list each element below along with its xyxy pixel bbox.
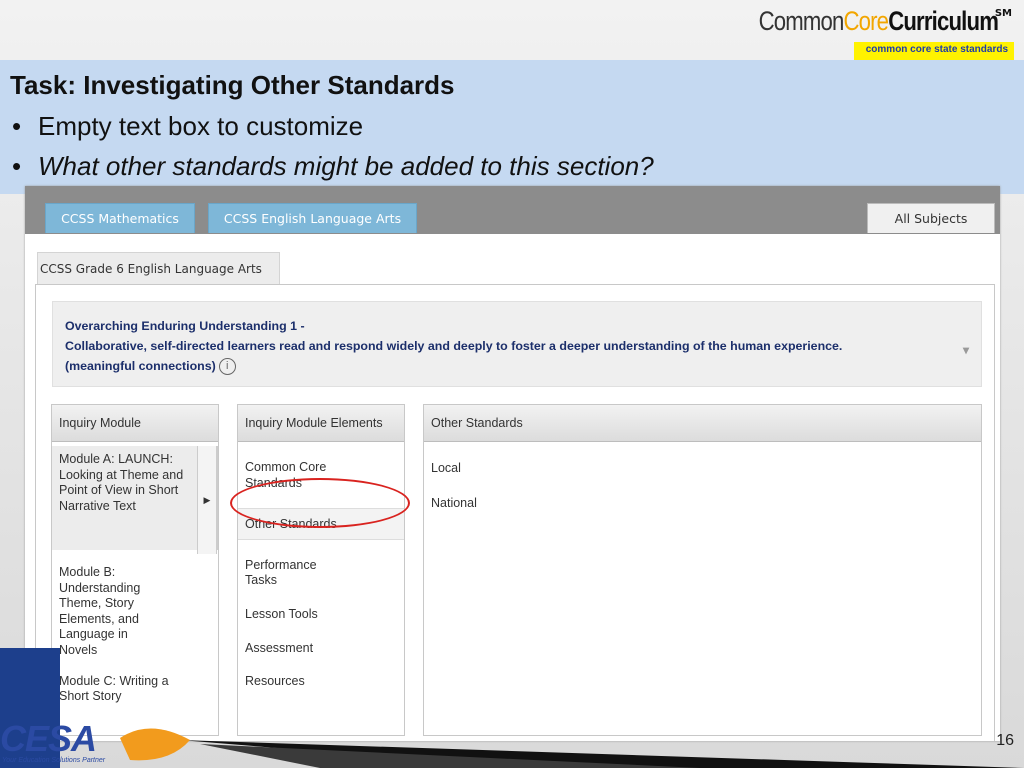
tab-all-subjects[interactable]: All Subjects	[867, 203, 995, 233]
logo-service-mark: SM	[994, 8, 1012, 19]
tab-ccss-mathematics[interactable]: CCSS Mathematics	[45, 203, 195, 233]
enduring-understanding-box: Overarching Enduring Understanding 1 - C…	[52, 301, 982, 387]
bullet-text: Empty text box to customize	[38, 111, 364, 141]
inquiry-module-column: Inquiry Module Module A: LAUNCH: Looking…	[51, 404, 219, 736]
bullet-dot: •	[12, 151, 22, 181]
list-item-lesson-tools[interactable]: Lesson Tools	[238, 607, 404, 623]
column-header: Inquiry Module	[52, 405, 218, 442]
logo-part-common: Common	[758, 6, 844, 36]
logo-part-core: Core	[843, 6, 889, 36]
cesa-logo-tagline: Your Education Solutions Partner	[2, 757, 106, 764]
tab-grade-6-ela[interactable]: CCSS Grade 6 English Language Arts	[37, 252, 280, 284]
logo-part-curriculum: Curriculum	[888, 6, 999, 36]
list-item-module-a[interactable]: Module A: LAUNCH: Looking at Theme and P…	[52, 446, 218, 554]
info-icon[interactable]: i	[218, 358, 236, 376]
column-header: Inquiry Module Elements	[238, 405, 404, 442]
collapse-icon[interactable]: ▾	[963, 340, 969, 360]
other-standards-column: Other Standards Local National	[423, 404, 982, 736]
list-item-local[interactable]: Local	[424, 461, 981, 477]
page-number: 16	[996, 732, 1014, 749]
list-item-national[interactable]: National	[424, 496, 981, 512]
tab-ccss-english-language-arts[interactable]: CCSS English Language Arts	[208, 203, 417, 233]
slide-title: Task: Investigating Other Standards	[10, 70, 455, 100]
expand-arrow-icon[interactable]: ▶	[197, 446, 217, 554]
column-header: Other Standards	[424, 405, 981, 442]
understanding-heading: Overarching Enduring Understanding 1 -	[65, 319, 305, 333]
content-panel: Overarching Enduring Understanding 1 - C…	[35, 284, 995, 741]
understanding-tag-row: (meaningful connections) i	[65, 356, 969, 376]
bullet-item-2: • What other standards might be added to …	[12, 151, 654, 182]
app-screenshot: CCSS Mathematics CCSS English Language A…	[25, 186, 1000, 741]
understanding-tag: (meaningful connections)	[65, 359, 216, 373]
list-item-label: Module A: LAUNCH: Looking at Theme and P…	[59, 452, 184, 513]
logo-tagline: common core state standards	[865, 44, 1008, 55]
logo-wordmark: CommonCoreCurriculum	[758, 6, 998, 37]
list-item-performance-tasks[interactable]: Performance Tasks	[238, 558, 352, 589]
list-item-module-c[interactable]: Module C: Writing a Short Story	[52, 674, 176, 705]
list-item-assessment[interactable]: Assessment	[238, 641, 404, 657]
subject-tab-bar: CCSS Mathematics CCSS English Language A…	[25, 186, 1000, 234]
common-core-curriculum-logo: CommonCoreCurriculum SM common core stat…	[758, 6, 1014, 62]
highlight-circle	[230, 478, 410, 528]
bullet-item-1: • Empty text box to customize	[12, 111, 363, 142]
bullet-text: What other standards might be added to t…	[38, 151, 654, 181]
cesa-logo: CESA	[0, 718, 97, 759]
bullet-dot: •	[12, 111, 22, 141]
understanding-body: Collaborative, self-directed learners re…	[65, 339, 843, 353]
list-item-resources[interactable]: Resources	[238, 674, 404, 690]
inquiry-module-elements-column: Inquiry Module Elements Common Core Stan…	[237, 404, 405, 736]
list-item-module-b[interactable]: Module B: Understanding Theme, Story Ele…	[52, 565, 176, 659]
